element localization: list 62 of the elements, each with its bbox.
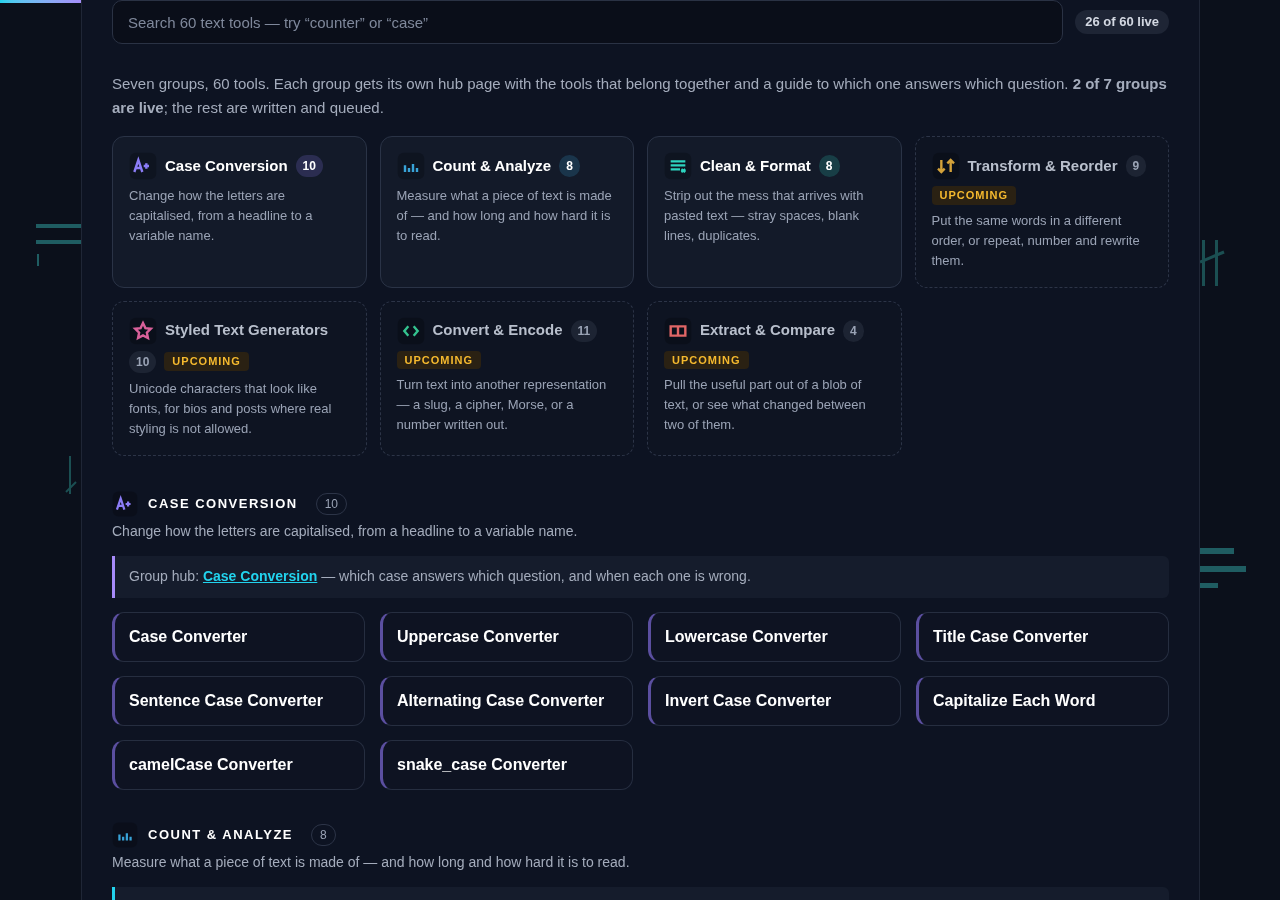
status-badge: UPCOMING xyxy=(664,350,749,369)
hub-link[interactable]: Case Conversion xyxy=(202,568,318,584)
card-title: Extract & Compare xyxy=(700,320,836,341)
card-description: Measure what a piece of text is made of — and how long and how hard it is to read. xyxy=(396,187,613,245)
tool-link[interactable]: Alternating Case Converter xyxy=(380,675,633,726)
count-badge: 4 xyxy=(843,319,864,342)
decoration-lines-drawing xyxy=(1200,238,1226,288)
tool-link[interactable]: snake_case Converter xyxy=(380,739,633,790)
tool-link[interactable]: Lowercase Converter xyxy=(648,611,901,662)
tool-link[interactable]: Sentence Case Converter xyxy=(112,675,365,726)
intro-paragraph: Seven groups, 60 tools. Each group gets its own hub page with the tools that belong together and a guide to which one answers which question. 2 of 7 groups are live; the rest are written and queued. xyxy=(112,74,1168,118)
card-title: Clean & Format xyxy=(700,155,811,176)
section-title: COUNT & ANALYZE xyxy=(148,825,294,844)
card-description: Unicode characters that look like fonts, for bios and posts where real styling is not allowed. xyxy=(129,379,333,438)
tool-link[interactable]: Capitalize Each Word xyxy=(916,675,1169,726)
card-title: Transform & Reorder xyxy=(967,155,1118,176)
status-badge: UPCOMING xyxy=(931,186,1016,205)
search-field[interactable]: Search 60 text tools — try “counter” or “case” xyxy=(112,0,1064,44)
letter-a-plus-icon xyxy=(112,490,138,517)
status-badge: UPCOMING xyxy=(164,352,249,371)
tool-link[interactable]: camelCase Converter xyxy=(112,739,365,790)
card-title: Count & Analyze xyxy=(432,155,552,176)
card-description: Turn text into another representation — a slug, a cipher, Morse, or a number written out. xyxy=(396,376,608,434)
group-card[interactable]: Clean & Format 8 Strip out the mess that arrives with pasted text — stray spaces, blank lines, duplicates. xyxy=(647,136,902,288)
count-badge: 9 xyxy=(1125,155,1147,177)
count-badge: 10 xyxy=(129,350,157,373)
card-description: Strip out the mess that arrives with pasted text — stray spaces, blank lines, duplicates. xyxy=(664,187,865,245)
count-badge: 8 xyxy=(818,155,840,177)
group-card[interactable]: Extract & Compare 4 UPCOMING Pull the useful part out of a blob of text, or see what changed between two of them. xyxy=(647,300,902,456)
section-title: CASE CONVERSION xyxy=(148,494,298,513)
group-card[interactable]: Count & Analyze 8 Measure what a piece of text is made of — and how long and how hard it is to read. xyxy=(379,136,634,288)
group-card[interactable]: Styled Text Generators 10 UPCOMING Unicode characters that look like fonts, for bios and posts where real styling is not allowed. xyxy=(112,300,367,456)
live-count-badge: 26 of 60 live xyxy=(1075,10,1169,34)
bar-chart-icon xyxy=(112,821,138,848)
tool-link[interactable]: Case Converter xyxy=(112,611,365,662)
status-badge: UPCOMING xyxy=(396,350,481,369)
code-icon xyxy=(396,316,425,345)
card-description: Change how the letters are capitalised, from a headline to a variable name. xyxy=(129,187,314,245)
count-badge: 11 xyxy=(570,319,598,342)
book-icon xyxy=(664,316,692,345)
count-badge: 10 xyxy=(295,155,323,177)
section-description: Change how the letters are capitalised, from a headline to a variable name. xyxy=(112,521,579,541)
letter-a-plus-icon xyxy=(129,152,157,180)
section-description: Measure what a piece of text is made of — and how long and how hard it is to read. xyxy=(112,852,631,872)
card-title: Convert & Encode xyxy=(432,320,563,341)
group-card[interactable]: Transform & Reorder 9 UPCOMING Put the same words in a different order, or repeat, number and rewrite them. xyxy=(914,136,1169,288)
card-description: Pull the useful part out of a blob of text, or see what changed between two of them. xyxy=(664,376,867,434)
tool-link[interactable]: Title Case Converter xyxy=(916,611,1169,662)
tool-link[interactable]: Invert Case Converter xyxy=(648,675,901,726)
decoration-lines-drawing xyxy=(34,222,82,268)
up-down-arrows-icon xyxy=(931,152,960,180)
card-title: Styled Text Generators xyxy=(165,320,329,341)
group-card[interactable]: Convert & Encode 11 UPCOMING Turn text into another representation — a slug, a cipher, Morse, or a number written out. xyxy=(379,300,634,456)
lines-icon xyxy=(664,152,692,180)
decoration-lines-drawing xyxy=(64,454,78,496)
hub-sentence: Group hub: Case Conversion — which case answers which question, and when each one is wrong. xyxy=(129,567,751,586)
group-card[interactable]: Case Conversion 10 Change how the letters are capitalised, from a headline to a variable name. xyxy=(112,136,367,288)
bar-chart-icon xyxy=(396,152,425,180)
tool-link[interactable]: Uppercase Converter xyxy=(380,611,633,662)
card-title: Case Conversion xyxy=(165,155,288,176)
card-description: Put the same words in a different order, or repeat, number and rewrite them. xyxy=(931,211,1141,270)
count-badge: 8 xyxy=(559,155,580,177)
